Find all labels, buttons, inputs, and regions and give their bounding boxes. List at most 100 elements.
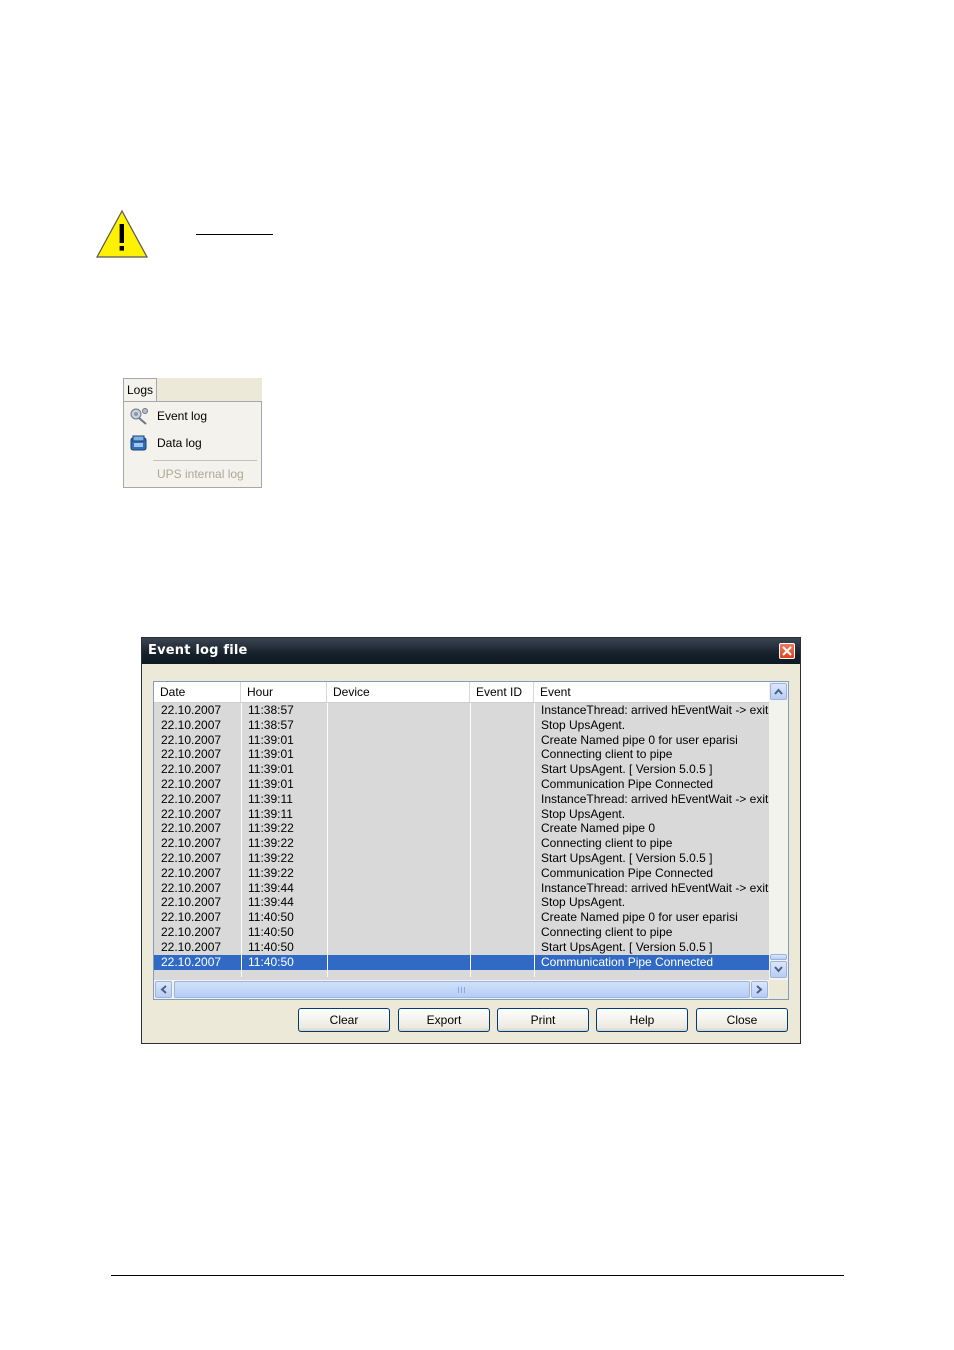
cell-device: [327, 866, 470, 881]
cell-date: 22.10.2007: [161, 880, 222, 895]
table-row[interactable]: 22.10.2007 11:39:11 Stop UpsAgent.: [154, 807, 769, 822]
cell-date: 22.10.2007: [161, 717, 222, 732]
column-header-device[interactable]: Device: [327, 682, 470, 702]
column-divider: [470, 703, 471, 977]
menu-item-label: UPS internal log: [157, 467, 244, 481]
table-row[interactable]: 22.10.2007 11:39:22 Connecting client to p…: [154, 836, 769, 851]
page-footer-rule: [111, 1275, 844, 1276]
table-row[interactable]: 22.10.2007 11:39:22 Communication Pipe Con…: [154, 866, 769, 881]
scroll-right-button[interactable]: [751, 981, 768, 998]
menu-item-event-log[interactable]: Event log: [128, 405, 258, 427]
column-header-event-id[interactable]: Event ID: [470, 682, 534, 702]
cell-hour: 11:39:01: [248, 747, 294, 762]
column-header-hour[interactable]: Hour: [241, 682, 327, 702]
close-window-button[interactable]: [779, 643, 795, 659]
table-row[interactable]: 22.10.2007 11:40:50 Connecting client to p…: [154, 925, 769, 940]
cell-event: InstanceThread: arrived hEventWait -> ex…: [541, 703, 769, 717]
cell-event-id: [470, 762, 534, 777]
cell-event: Stop UpsAgent.: [541, 806, 626, 821]
cell-event: InstanceThread: arrived hEventWait -> ex…: [541, 791, 769, 806]
list-rows: 22.10.2007 11:38:57 InstanceThread: arrive…: [154, 703, 769, 977]
dialog-body: Date Hour Device Event ID Event 22.10.20…: [142, 664, 800, 1043]
event-list[interactable]: Date Hour Device Event ID Event 22.10.20…: [153, 681, 789, 1000]
table-row[interactable]: 22.10.2007 11:38:57 InstanceThread: arrive…: [154, 703, 769, 718]
cell-date: 22.10.2007: [161, 732, 222, 747]
column-divider: [327, 703, 328, 977]
table-row[interactable]: 22.10.2007 11:39:01 Start UpsAgent. [ Vers…: [154, 762, 769, 777]
column-header-event[interactable]: Event: [534, 682, 769, 702]
cell-event-id: [470, 955, 534, 970]
menu-item-data-log[interactable]: Data log: [128, 432, 258, 454]
dialog-title: Event log file: [148, 643, 248, 658]
cell-event-id: [470, 703, 534, 718]
cell-date: 22.10.2007: [161, 895, 222, 910]
help-button[interactable]: Help: [596, 1008, 688, 1032]
chevron-left-icon: [160, 985, 167, 994]
table-row[interactable]: 22.10.2007 11:39:22 Create Named pipe 0: [154, 821, 769, 836]
scroll-up-button[interactable]: [770, 683, 787, 700]
scroll-down-button[interactable]: [770, 961, 787, 978]
scroll-left-button[interactable]: [155, 981, 172, 998]
horizontal-scrollbar[interactable]: [154, 980, 769, 999]
cell-device: [327, 925, 470, 940]
cell-hour: 11:39:01: [248, 777, 294, 791]
table-row[interactable]: 22.10.2007 11:39:01 Communication Pipe Con…: [154, 777, 769, 792]
cell-event: Create Named pipe 0 for user eparisi: [541, 910, 738, 925]
cell-event-id: [470, 747, 534, 762]
close-icon: [782, 646, 792, 656]
title-bar[interactable]: Event log file: [142, 638, 800, 664]
export-button[interactable]: Export: [398, 1008, 490, 1032]
cell-hour: 11:40:50: [248, 939, 294, 954]
cell-event: InstanceThread: arrived hEventWait -> ex…: [541, 880, 769, 895]
cell-event: Stop UpsAgent.: [541, 717, 626, 732]
print-button[interactable]: Print: [497, 1008, 589, 1032]
menu-item-label: Data log: [157, 436, 202, 450]
column-divider: [241, 703, 242, 977]
cell-event: Connecting client to pipe: [541, 747, 673, 762]
cell-device: [327, 821, 470, 836]
chevron-right-icon: [756, 985, 763, 994]
cell-event: Start UpsAgent. [ Version 5.0.5 ]: [541, 939, 713, 954]
column-header-date[interactable]: Date: [154, 682, 241, 702]
logs-menu-tab[interactable]: Logs: [123, 378, 157, 401]
table-row[interactable]: 22.10.2007 11:39:01 Connecting client to p…: [154, 747, 769, 762]
table-row[interactable]: 22.10.2007 11:39:11 InstanceThread: arrive…: [154, 792, 769, 807]
clear-button[interactable]: Clear: [298, 1008, 390, 1032]
column-divider: [534, 703, 535, 977]
cell-device: [327, 747, 470, 762]
list-header: Date Hour Device Event ID Event: [154, 682, 769, 703]
cell-device: [327, 940, 470, 955]
table-row[interactable]: 22.10.2007 11:39:44 Stop UpsAgent.: [154, 895, 769, 910]
logs-menu: Logs Event log Data log UPS internal log: [123, 378, 262, 488]
cell-date: 22.10.2007: [161, 777, 222, 791]
cell-hour: 11:39:22: [248, 865, 294, 880]
horizontal-scroll-thumb[interactable]: [174, 981, 750, 998]
cell-device: [327, 895, 470, 910]
cell-device: [327, 955, 470, 970]
table-row[interactable]: 22.10.2007 11:38:57 Stop UpsAgent.: [154, 718, 769, 733]
table-row[interactable]: 22.10.2007 11:39:01 Create Named pipe 0 fo…: [154, 733, 769, 748]
cell-event-id: [470, 881, 534, 896]
table-row[interactable]: 22.10.2007 11:40:50 Create Named pipe 0 fo…: [154, 910, 769, 925]
table-row[interactable]: 22.10.2007 11:39:44 InstanceThread: arrive…: [154, 881, 769, 896]
table-row[interactable]: 22.10.2007 11:40:50 Start UpsAgent. [ Vers…: [154, 940, 769, 955]
cell-hour: 11:40:50: [248, 954, 294, 969]
cell-date: 22.10.2007: [161, 925, 222, 939]
table-row[interactable]: 22.10.2007 11:39:22 Start UpsAgent. [ Vers…: [154, 851, 769, 866]
cell-event: Create Named pipe 0: [541, 821, 656, 836]
cell-event: Create Named pipe 0 for user eparisi: [541, 732, 738, 747]
vertical-scrollbar[interactable]: [769, 682, 788, 980]
scroll-thumb[interactable]: [770, 954, 787, 960]
cell-event: Communication Pipe Connected: [541, 777, 714, 791]
cell-device: [327, 910, 470, 925]
menu-item-label: Event log: [157, 409, 208, 423]
scrollbar-corner: [769, 980, 788, 999]
cell-event-id: [470, 718, 534, 733]
menu-item-ups-internal-log: UPS internal log: [128, 463, 258, 485]
close-button[interactable]: Close: [696, 1008, 788, 1032]
table-row[interactable]: 22.10.2007 11:40:50 Communication Pipe Con…: [154, 954, 769, 970]
cell-date: 22.10.2007: [161, 954, 222, 969]
data-log-icon: [129, 434, 149, 452]
cell-date: 22.10.2007: [161, 851, 222, 865]
menu-separator: [153, 460, 257, 461]
